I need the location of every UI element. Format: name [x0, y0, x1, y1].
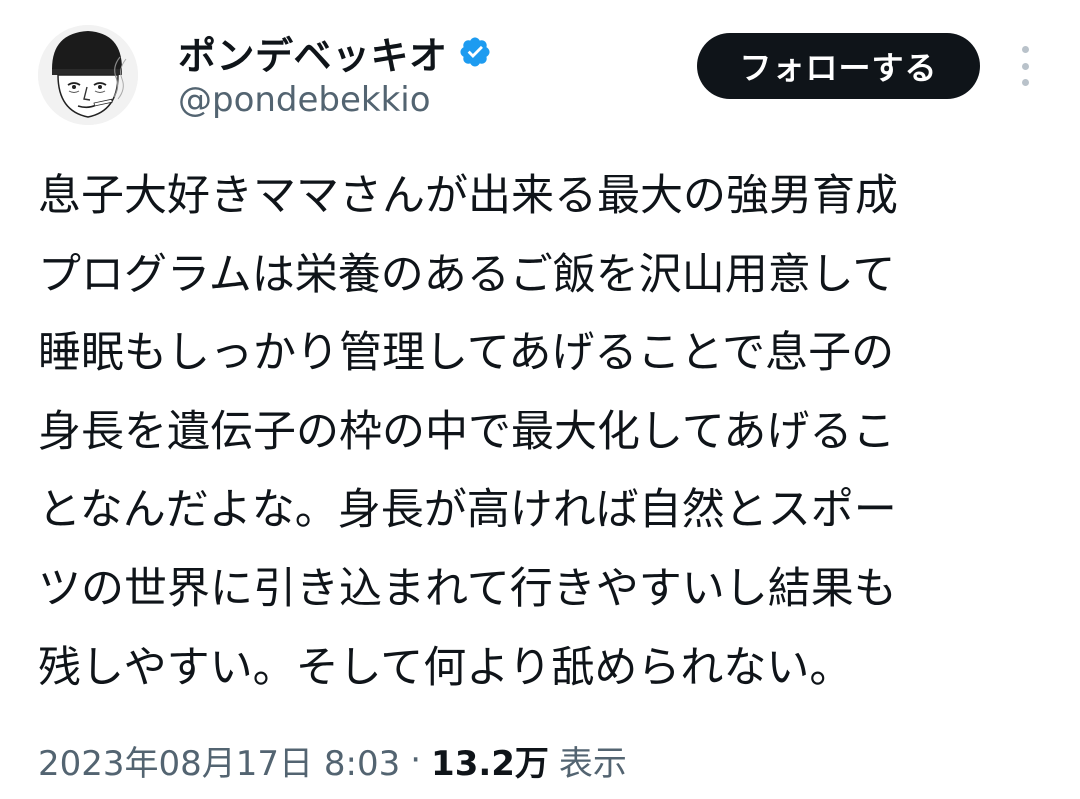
more-dot: [1021, 79, 1029, 86]
tweet-meta: 2023年08月17日 8:03 · 13.2万 表示: [38, 735, 627, 785]
more-vertical-icon[interactable]: [1010, 46, 1040, 86]
tweet-line: となんだよな。身長が高ければ自然とスポー: [38, 485, 897, 536]
tweet-line: ツの世界に引き込まれて行きやすいし結果も: [38, 563, 897, 614]
tweet-text: 息子大好きママさんが出来る最大の強男育成 プログラムは栄養のあるご飯を沢山用意し…: [38, 157, 1048, 707]
views-label: 表示: [558, 743, 627, 784]
tweet-line: 息子大好きママさんが出来る最大の強男育成: [38, 171, 898, 221]
verified-badge-icon: [458, 35, 492, 69]
views-count[interactable]: 13.2万: [431, 736, 549, 785]
avatar[interactable]: [38, 25, 138, 125]
user-handle[interactable]: @pondebekkio: [178, 80, 431, 120]
tweet-line: プログラムは栄養のあるご飯を沢山用意して: [38, 249, 896, 300]
display-name[interactable]: ポンデベッキオ: [178, 25, 448, 80]
tweet-line: 残しやすい。そして何より舐められない。: [38, 642, 853, 693]
more-dot: [1021, 46, 1029, 53]
tweet-timestamp[interactable]: 2023年08月17日 8:03: [38, 736, 400, 785]
follow-button[interactable]: フォローする: [697, 33, 980, 99]
tweet-line: 身長を遺伝子の枠の中で最大化してあげるこ: [38, 406, 896, 457]
meta-separator: ·: [410, 740, 422, 780]
avatar-image: [38, 25, 138, 125]
tweet-line: 睡眠もしっかり管理してあげることで息子の: [38, 328, 895, 379]
user-name-row: ポンデベッキオ: [178, 26, 492, 78]
more-dot: [1021, 62, 1029, 70]
